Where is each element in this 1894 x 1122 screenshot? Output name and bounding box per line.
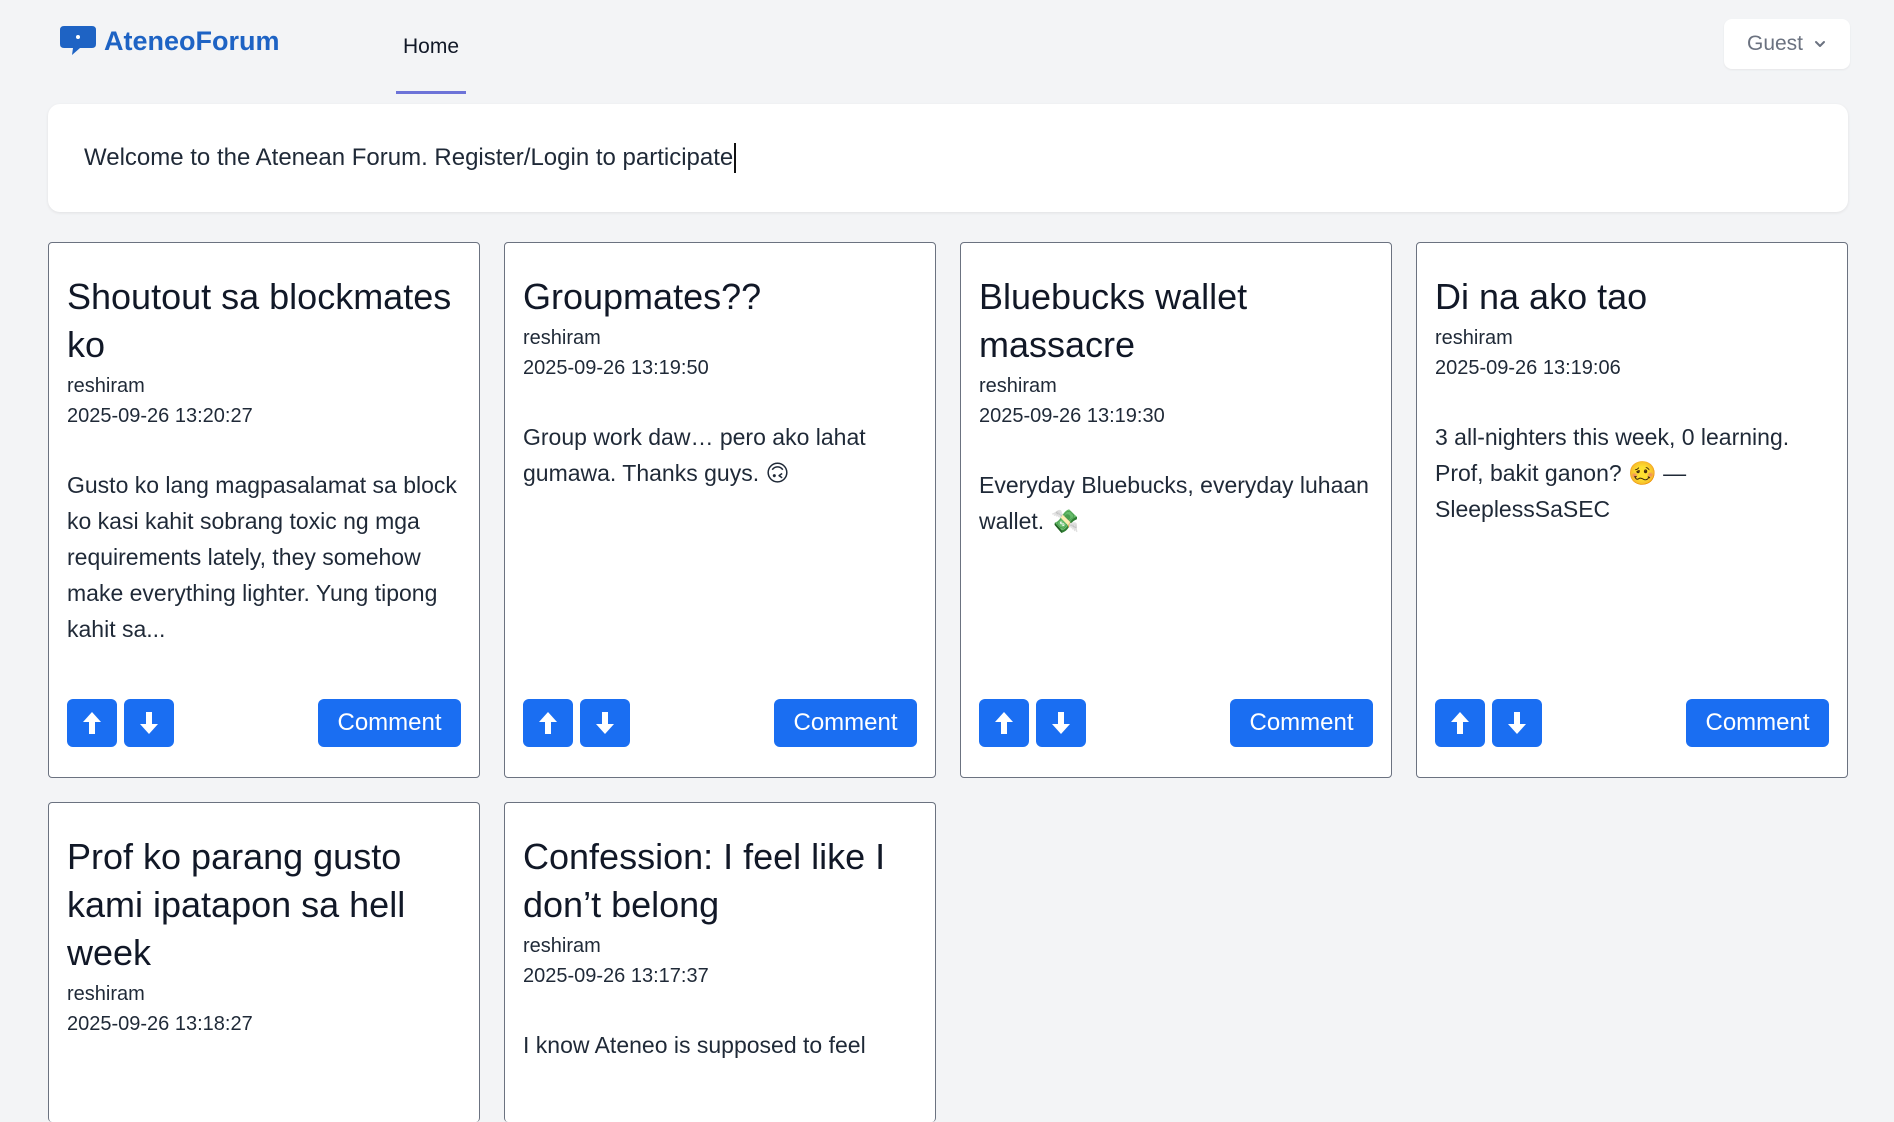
post-author: reshiram xyxy=(523,327,601,349)
welcome-banner: Welcome to the Atenean Forum. Register/L… xyxy=(48,104,1848,212)
post-card: Groupmates?? reshiram 2025-09-26 13:19:5… xyxy=(504,242,936,778)
arrow-up-icon xyxy=(539,712,557,734)
post-author: reshiram xyxy=(67,983,145,1005)
post-body: Gusto ko lang magpasalamat sa block ko k… xyxy=(67,472,457,642)
upvote-button[interactable] xyxy=(67,699,117,747)
chat-bubble-icon xyxy=(60,26,96,55)
comment-button[interactable]: Comment xyxy=(1686,699,1829,747)
text-caret xyxy=(734,143,737,173)
upvote-button[interactable] xyxy=(523,699,573,747)
upvote-button[interactable] xyxy=(1435,699,1485,747)
arrow-up-icon xyxy=(83,712,101,734)
welcome-text: Welcome to the Atenean Forum. Register/L… xyxy=(84,144,734,171)
user-menu-button[interactable]: Guest xyxy=(1724,19,1850,69)
post-actions: Comment xyxy=(67,699,461,747)
post-author: reshiram xyxy=(979,375,1057,397)
post-card: Shoutout sa blockmates ko reshiram 2025-… xyxy=(48,242,480,778)
arrow-down-icon xyxy=(1052,712,1070,734)
post-title[interactable]: Di na ako tao xyxy=(1435,273,1829,321)
post-date: 2025-09-26 13:20:27 xyxy=(67,405,253,427)
post-author: reshiram xyxy=(67,375,145,397)
post-card: Bluebucks wallet massacre reshiram 2025-… xyxy=(960,242,1392,778)
post-actions: Comment xyxy=(1435,699,1829,747)
downvote-button[interactable] xyxy=(1036,699,1086,747)
post-author: reshiram xyxy=(523,935,601,957)
post-title[interactable]: Shoutout sa blockmates ko xyxy=(67,273,461,369)
user-menu-label: Guest xyxy=(1746,32,1804,55)
arrow-up-icon xyxy=(995,712,1013,734)
post-date: 2025-09-26 13:18:27 xyxy=(67,1013,253,1035)
post-card: Prof ko parang gusto kami ipatapon sa he… xyxy=(48,802,480,1122)
post-body: 3 all-nighters this week, 0 learning. Pr… xyxy=(1435,424,1790,522)
post-title[interactable]: Groupmates?? xyxy=(523,273,917,321)
post-author: reshiram xyxy=(1435,327,1513,349)
post-title[interactable]: Confession: I feel like I don’t belong xyxy=(523,833,917,929)
arrow-down-icon xyxy=(1508,712,1526,734)
comment-button[interactable]: Comment xyxy=(1230,699,1373,747)
downvote-button[interactable] xyxy=(580,699,630,747)
post-date: 2025-09-26 13:17:37 xyxy=(523,965,709,987)
post-card: Confession: I feel like I don’t belong r… xyxy=(504,802,936,1122)
post-date: 2025-09-26 13:19:06 xyxy=(1435,357,1621,379)
post-actions: Comment xyxy=(979,699,1373,747)
brand-logo[interactable]: AteneoForum xyxy=(58,24,280,58)
post-card: Di na ako tao reshiram 2025-09-26 13:19:… xyxy=(1416,242,1848,778)
upvote-button[interactable] xyxy=(979,699,1029,747)
post-actions: Comment xyxy=(523,699,917,747)
post-body: I know Ateneo is supposed to feel xyxy=(523,1032,866,1058)
downvote-button[interactable] xyxy=(124,699,174,747)
chevron-down-icon xyxy=(1815,41,1826,47)
top-navbar: AteneoForum Home Guest xyxy=(0,0,1894,94)
arrow-up-icon xyxy=(1451,712,1469,734)
comment-button[interactable]: Comment xyxy=(318,699,461,747)
post-title[interactable]: Prof ko parang gusto kami ipatapon sa he… xyxy=(67,833,461,977)
post-date: 2025-09-26 13:19:50 xyxy=(523,357,709,379)
post-body: Group work daw… pero ako lahat gumawa. T… xyxy=(523,424,866,486)
nav-tab-home[interactable]: Home xyxy=(396,0,466,94)
post-title[interactable]: Bluebucks wallet massacre xyxy=(979,273,1373,369)
downvote-button[interactable] xyxy=(1492,699,1542,747)
post-body: Everyday Bluebucks, everyday luhaan wall… xyxy=(979,472,1369,534)
post-date: 2025-09-26 13:19:30 xyxy=(979,405,1165,427)
arrow-down-icon xyxy=(140,712,158,734)
brand-name: AteneoForum xyxy=(104,25,280,56)
arrow-down-icon xyxy=(596,712,614,734)
comment-button[interactable]: Comment xyxy=(774,699,917,747)
